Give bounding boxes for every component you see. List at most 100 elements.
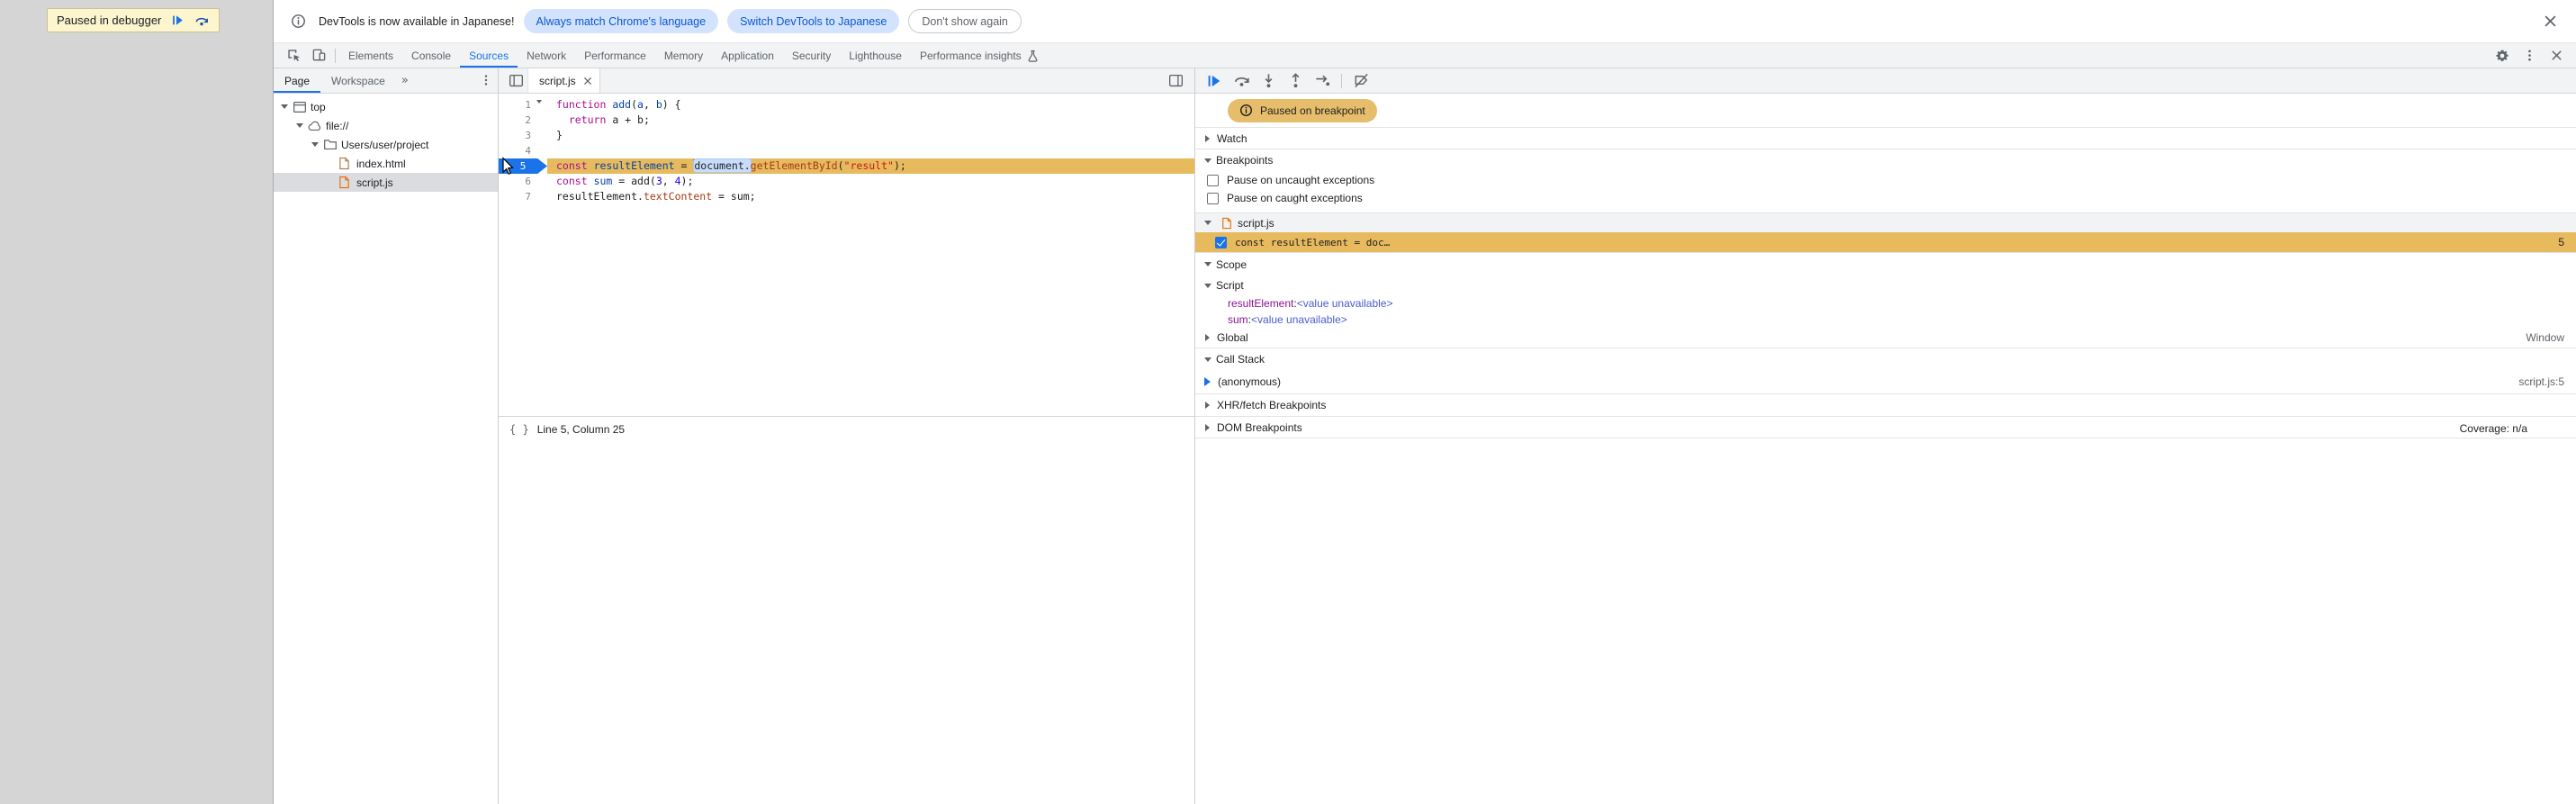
paused-in-debugger-label: Paused in debugger <box>57 14 162 27</box>
tree-item-label: top <box>311 100 326 113</box>
editor-tab-strip: script.js <box>499 68 1194 94</box>
infobar-close-icon[interactable] <box>2538 10 2562 33</box>
watch-label: Watch <box>1217 131 1247 145</box>
scope-collapse-caret-icon[interactable] <box>1204 262 1211 270</box>
call-stack-frame-row[interactable]: (anonymous) script.js:5 <box>1195 370 2576 393</box>
fold-caret-icon[interactable] <box>531 97 547 113</box>
pause-caught-checkbox[interactable] <box>1207 192 1219 204</box>
step-out-icon[interactable] <box>1283 69 1307 93</box>
step-into-icon[interactable] <box>1256 69 1280 93</box>
frame-location: script.js:5 <box>2518 375 2564 388</box>
code-lines: 1 function add(a, b) {2 return a + b; 3} 4 5… <box>499 97 1194 204</box>
xhr-collapse-caret-icon[interactable] <box>1205 402 1213 409</box>
tree-item-script.js[interactable]: script.js <box>274 173 498 192</box>
pause-uncaught-checkbox[interactable] <box>1207 174 1219 186</box>
section-call-stack[interactable]: Call Stack <box>1195 348 2576 370</box>
breakpoint-entry[interactable]: const resultElement = doc… 5 <box>1195 232 2576 252</box>
section-breakpoints[interactable]: Breakpoints <box>1195 149 2576 171</box>
section-xhr-breakpoints[interactable]: XHR/fetch Breakpoints <box>1195 393 2576 416</box>
expand-caret-icon[interactable] <box>296 123 303 131</box>
xhr-breakpoints-label: XHR/fetch Breakpoints <box>1217 399 1327 411</box>
expand-caret-icon[interactable] <box>281 104 288 113</box>
section-watch[interactable]: Watch <box>1195 128 2576 149</box>
line-number[interactable]: 2 <box>499 113 531 128</box>
navigator-more-kebab-icon[interactable] <box>474 68 498 92</box>
code-editor[interactable]: 1 function add(a, b) {2 return a + b; 3} 4 5… <box>499 94 1194 416</box>
breakpoint-group-caret-icon[interactable] <box>1204 221 1211 229</box>
breakpoints-collapse-caret-icon[interactable] <box>1204 158 1211 167</box>
tree-item-top[interactable]: top <box>274 97 498 116</box>
scope-script-row[interactable]: Script <box>1195 276 2576 295</box>
section-scope[interactable]: Scope <box>1195 252 2576 276</box>
line-number[interactable]: 7 <box>499 189 531 204</box>
variable-name: resultElement <box>1228 297 1294 310</box>
tree-item-label: index.html <box>356 157 406 170</box>
screen: Paused in debugger DevTools is now avail… <box>0 0 2576 804</box>
tab-security[interactable]: Security <box>783 43 840 68</box>
dom-collapse-caret-icon[interactable] <box>1205 423 1213 431</box>
code-token: ( <box>837 159 844 172</box>
editor-tab-scriptjs[interactable]: script.js <box>527 68 600 93</box>
global-label: Global <box>1217 331 1248 344</box>
pretty-print-braces-icon[interactable]: { } <box>509 423 529 436</box>
script-file-icon <box>1221 217 1232 230</box>
toggle-debugger-sidebar-icon[interactable] <box>1164 68 1187 92</box>
step-icon[interactable] <box>1311 69 1334 93</box>
step-over-icon[interactable] <box>1229 69 1253 93</box>
switch-devtools-japanese-button[interactable]: Switch DevTools to Japanese <box>727 9 900 33</box>
toggle-navigator-sidebar-icon[interactable] <box>504 68 527 92</box>
variable-value: <value unavailable> <box>1251 313 1347 326</box>
overlay-resume-icon[interactable] <box>169 13 185 29</box>
tree-item-index.html[interactable]: index.html <box>274 154 498 173</box>
file-icon <box>338 176 356 189</box>
line-number[interactable]: 1 <box>499 97 531 113</box>
tab-performance[interactable]: Performance <box>575 43 655 68</box>
cloud-icon <box>308 121 326 131</box>
tab-sources[interactable]: Sources <box>460 43 518 68</box>
tab-performance-insights[interactable]: Performance insights <box>911 43 1048 68</box>
deactivate-breakpoints-icon[interactable] <box>1349 69 1373 93</box>
editor-tab-label: script.js <box>539 74 576 87</box>
code-token: const <box>556 159 588 172</box>
pause-caught-row[interactable]: Pause on caught exceptions <box>1195 189 2576 207</box>
tab-elements[interactable]: Elements <box>339 43 402 68</box>
expand-caret-icon[interactable] <box>311 142 319 150</box>
frame-icon <box>293 101 311 113</box>
dont-show-again-button[interactable]: Don't show again <box>908 9 1022 33</box>
global-caret-icon[interactable] <box>1205 334 1213 341</box>
more-tabs-icon[interactable]: » <box>396 68 414 93</box>
call-stack-collapse-caret-icon[interactable] <box>1204 357 1211 366</box>
editor-tab-close-icon[interactable] <box>583 77 592 86</box>
section-dom-breakpoints[interactable]: DOM Breakpoints <box>1195 416 2576 438</box>
devtools-close-icon[interactable] <box>2544 50 2569 61</box>
navigator-tab-workspace[interactable]: Workspace <box>320 68 396 93</box>
inspect-element-icon[interactable] <box>281 43 306 68</box>
watch-collapse-caret-icon[interactable] <box>1205 134 1213 142</box>
scope-global-row[interactable]: Global Window <box>1195 328 2576 348</box>
navigator-tab-page[interactable]: Page <box>274 68 320 93</box>
scope-variable-row[interactable]: resultElement: <value unavailable> <box>1195 295 2576 312</box>
scope-variable-row[interactable]: sum: <value unavailable> <box>1195 312 2576 328</box>
overlay-step-over-icon[interactable] <box>194 13 210 29</box>
match-chrome-language-button[interactable]: Always match Chrome's language <box>523 9 719 33</box>
code-token: ( <box>631 98 638 111</box>
pause-uncaught-row[interactable]: Pause on uncaught exceptions <box>1195 171 2576 189</box>
editor-status-bar: { } Line 5, Column 25 <box>499 416 1194 441</box>
breakpoint-file-group[interactable]: script.js <box>1195 212 2576 232</box>
tab-lighthouse[interactable]: Lighthouse <box>840 43 911 68</box>
scope-script-caret-icon[interactable] <box>1204 283 1211 292</box>
tab-memory[interactable]: Memory <box>655 43 712 68</box>
resume-icon[interactable] <box>1202 69 1226 93</box>
device-toolbar-icon[interactable] <box>306 43 331 68</box>
tree-item-Users-user-project[interactable]: Users/user/project <box>274 135 498 154</box>
tab-console[interactable]: Console <box>402 43 460 68</box>
breakpoint-entry-checkbox[interactable] <box>1215 236 1227 248</box>
tab-application[interactable]: Application <box>712 43 783 68</box>
more-options-kebab-icon[interactable] <box>2517 49 2542 62</box>
tree-item-file---[interactable]: file:// <box>274 116 498 135</box>
line-number[interactable]: 3 <box>499 128 531 143</box>
settings-gear-icon[interactable] <box>2490 49 2515 63</box>
tab-network[interactable]: Network <box>518 43 575 68</box>
pause-uncaught-label: Pause on uncaught exceptions <box>1227 174 1375 186</box>
